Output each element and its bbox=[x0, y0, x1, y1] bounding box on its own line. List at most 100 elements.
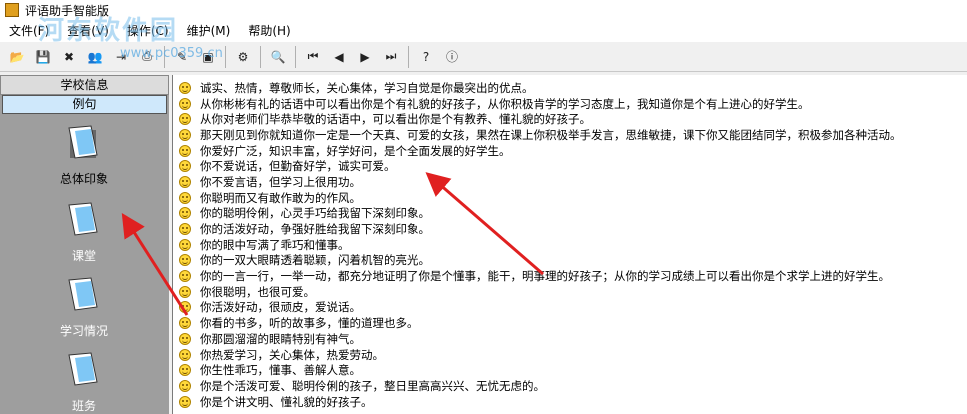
smiley-icon bbox=[179, 128, 191, 141]
phrase-item[interactable]: 你看的书多，听的故事多，懂的道理也多。 bbox=[179, 315, 967, 331]
sidebar-item-classroom[interactable]: 课堂 bbox=[44, 202, 124, 264]
phrase-text: 那天刚见到你就知道你一定是一个天真、可爱的女孩，果然在课上你积极举手发言，思维敏… bbox=[200, 127, 902, 142]
smiley-icon bbox=[179, 270, 191, 283]
smiley-icon bbox=[179, 317, 191, 330]
book-icon bbox=[68, 202, 98, 236]
phrase-text: 你不爱言语，但学习上很用功。 bbox=[200, 174, 361, 189]
phrase-text: 你的活泼好动，争强好胜给我留下深刻印象。 bbox=[200, 222, 430, 237]
phrase-text: 你聪明而又有敢作敢为的作风。 bbox=[200, 190, 361, 205]
menu-help[interactable]: 帮助(H) bbox=[239, 20, 299, 42]
phrase-item[interactable]: 你的聪明伶俐，心灵手巧给我留下深刻印象。 bbox=[179, 206, 967, 222]
phrase-text: 你热爱学习，关心集体，热爱劳动。 bbox=[200, 347, 384, 362]
phrase-item[interactable]: 你的眼中写满了乖巧和懂事。 bbox=[179, 237, 967, 253]
phrase-text: 你看的书多，听的故事多，懂的道理也多。 bbox=[200, 316, 419, 331]
phrase-item[interactable]: 你不爱说话，但勤奋好学，诚实可爱。 bbox=[179, 158, 967, 174]
phrase-item[interactable]: 你是个讲文明、懂礼貌的好孩子。 bbox=[179, 394, 967, 410]
smiley-icon bbox=[179, 207, 191, 220]
sidebar-item-label: 班务 bbox=[71, 399, 96, 413]
help-icon[interactable]: ? bbox=[415, 46, 437, 68]
smiley-icon bbox=[179, 160, 191, 173]
phrase-text: 你是个讲文明、懂礼貌的好孩子。 bbox=[200, 394, 373, 409]
save-icon[interactable]: 💾 bbox=[32, 46, 54, 68]
sidebar-item-overall-impression[interactable]: 总体印象 bbox=[44, 125, 124, 187]
delete-icon[interactable]: ✖ bbox=[58, 46, 80, 68]
phrase-text: 你那圆溜溜的眼睛特别有神气。 bbox=[200, 331, 361, 346]
toolbar-separator bbox=[260, 45, 261, 68]
book-icon bbox=[68, 125, 98, 159]
about-icon[interactable]: ⓘ bbox=[441, 46, 463, 68]
phrase-text: 你不爱说话，但勤奋好学，诚实可爱。 bbox=[200, 159, 396, 174]
phrase-text: 从你彬彬有礼的话语中可以看出你是个有礼貌的好孩子，从你积极肯学的学习态度上，我知… bbox=[200, 96, 810, 111]
sidebar: 学校信息 例句 总体印象 课堂 学习情况 班务 bbox=[0, 75, 169, 414]
phrase-item[interactable]: 你很聪明，也很可爱。 bbox=[179, 284, 967, 300]
toolbar-separator bbox=[295, 45, 296, 68]
toolbar-separator bbox=[408, 45, 409, 68]
sidebar-item-label: 课堂 bbox=[71, 249, 96, 263]
phrase-text: 从你对老师们毕恭毕敬的话语中，可以看出你是个有教养、懂礼貌的好孩子。 bbox=[200, 112, 591, 127]
phrase-item[interactable]: 你的一双大眼睛透着聪颖，闪着机智的亮光。 bbox=[179, 253, 967, 269]
phrase-item[interactable]: 那天刚见到你就知道你一定是一个天真、可爱的女孩，果然在课上你积极举手发言，思维敏… bbox=[179, 127, 967, 143]
smiley-icon bbox=[179, 348, 191, 361]
sidebar-header-school-info[interactable]: 学校信息 bbox=[0, 75, 169, 95]
sidebar-item-label: 学习情况 bbox=[59, 324, 108, 338]
sidebar-item-class-affairs[interactable]: 班务 bbox=[44, 352, 124, 414]
smiley-icon bbox=[179, 332, 191, 345]
book-icon bbox=[68, 277, 98, 311]
smiley-icon bbox=[179, 254, 191, 267]
phrase-item[interactable]: 你爱好广泛，知识丰富，好学好问，是个全面发展的好学生。 bbox=[179, 143, 967, 159]
phrase-item[interactable]: 你生性乖巧，懂事、善解人意。 bbox=[179, 362, 967, 378]
users-icon[interactable]: 👥 bbox=[84, 46, 106, 68]
phrase-text: 你的眼中写满了乖巧和懂事。 bbox=[200, 237, 350, 252]
last-record-icon[interactable]: ⏭ bbox=[380, 46, 402, 68]
smiley-icon bbox=[179, 113, 191, 126]
smiley-icon bbox=[179, 144, 191, 157]
first-record-icon[interactable]: ⏮ bbox=[302, 46, 324, 68]
app-icon bbox=[5, 3, 19, 17]
menu-maintain[interactable]: 维护(M) bbox=[178, 20, 240, 42]
phrase-text: 诚实、热情，尊敬师长，关心集体，学习自觉是你最突出的优点。 bbox=[200, 80, 534, 95]
smiley-icon bbox=[179, 301, 191, 314]
smiley-icon bbox=[179, 238, 191, 251]
sidebar-item-label: 总体印象 bbox=[59, 172, 108, 186]
smiley-icon bbox=[179, 191, 191, 204]
watermark-url: www.pc0359.cn bbox=[120, 46, 223, 61]
phrase-list: 诚实、热情，尊敬师长，关心集体，学习自觉是你最突出的优点。 从你彬彬有礼的话语中可… bbox=[173, 75, 967, 409]
phrase-item[interactable]: 你活泼好动，很顽皮，爱说话。 bbox=[179, 300, 967, 316]
previous-record-icon[interactable]: ◀ bbox=[328, 46, 350, 68]
phrase-text: 你爱好广泛，知识丰富，好学好问，是个全面发展的好学生。 bbox=[200, 143, 511, 158]
smiley-icon bbox=[179, 285, 191, 298]
smiley-icon bbox=[179, 97, 191, 110]
phrase-item[interactable]: 你是个活泼可爱、聪明伶俐的孩子，整日里高高兴兴、无忧无虑的。 bbox=[179, 378, 967, 394]
phrase-item[interactable]: 诚实、热情，尊敬师长，关心集体，学习自觉是你最突出的优点。 bbox=[179, 80, 967, 96]
phrase-item[interactable]: 你的活泼好动，争强好胜给我留下深刻印象。 bbox=[179, 221, 967, 237]
smiley-icon bbox=[179, 364, 191, 377]
phrase-text: 你活泼好动，很顽皮，爱说话。 bbox=[200, 300, 361, 315]
smiley-icon bbox=[179, 395, 191, 408]
phrase-text: 你的聪明伶俐，心灵手巧给我留下深刻印象。 bbox=[200, 206, 430, 221]
phrase-item[interactable]: 你那圆溜溜的眼睛特别有神气。 bbox=[179, 331, 967, 347]
smiley-icon bbox=[179, 175, 191, 188]
smiley-icon bbox=[179, 81, 191, 94]
phrase-item[interactable]: 你热爱学习，关心集体，热爱劳动。 bbox=[179, 347, 967, 363]
phrase-item[interactable]: 你的一言一行，一举一动，都充分地证明了你是个懂事，能干，明事理的好孩子；从你的学… bbox=[179, 268, 967, 284]
phrase-item[interactable]: 你聪明而又有敢作敢为的作风。 bbox=[179, 190, 967, 206]
find-icon[interactable]: 🔍 bbox=[267, 46, 289, 68]
sidebar-item-study[interactable]: 学习情况 bbox=[44, 277, 124, 339]
phrase-list-panel: 诚实、热情，尊敬师长，关心集体，学习自觉是你最突出的优点。 从你彬彬有礼的话语中可… bbox=[172, 75, 967, 414]
smiley-icon bbox=[179, 379, 191, 392]
phrase-text: 你生性乖巧，懂事、善解人意。 bbox=[200, 363, 361, 378]
next-record-icon[interactable]: ▶ bbox=[354, 46, 376, 68]
phrase-text: 你的一言一行，一举一动，都充分地证明了你是个懂事，能干，明事理的好孩子；从你的学… bbox=[200, 269, 890, 284]
phrase-item[interactable]: 从你彬彬有礼的话语中可以看出你是个有礼貌的好孩子，从你积极肯学的学习态度上，我知… bbox=[179, 96, 967, 112]
settings-icon[interactable]: ⚙ bbox=[232, 46, 254, 68]
toolbar-separator bbox=[225, 45, 226, 68]
open-icon[interactable]: 📂 bbox=[6, 46, 28, 68]
sidebar-tab-examples[interactable]: 例句 bbox=[2, 95, 167, 114]
book-icon bbox=[68, 352, 98, 386]
phrase-text: 你很聪明，也很可爱。 bbox=[200, 284, 315, 299]
phrase-text: 你是个活泼可爱、聪明伶俐的孩子，整日里高高兴兴、无忧无虑的。 bbox=[200, 378, 545, 393]
phrase-item[interactable]: 从你对老师们毕恭毕敬的话语中，可以看出你是个有教养、懂礼貌的好孩子。 bbox=[179, 111, 967, 127]
watermark: 河东软件园 bbox=[38, 16, 179, 46]
smiley-icon bbox=[179, 223, 191, 236]
phrase-item[interactable]: 你不爱言语，但学习上很用功。 bbox=[179, 174, 967, 190]
